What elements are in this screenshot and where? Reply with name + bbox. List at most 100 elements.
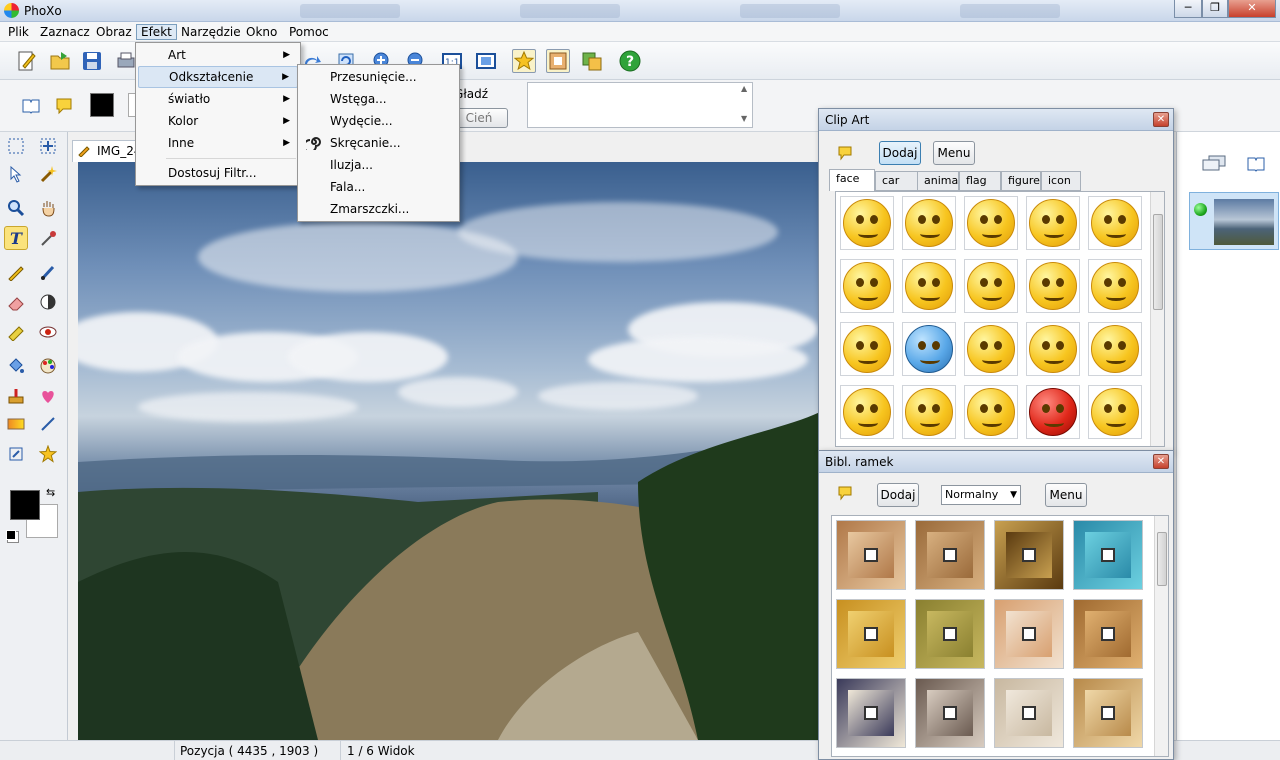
menu-narzedzie[interactable]: Narzędzie (177, 24, 245, 40)
clipart-item[interactable] (964, 259, 1018, 313)
clipart-item[interactable] (1088, 259, 1142, 313)
swap-colors-icon[interactable]: ⇆ (46, 486, 55, 499)
clone-tool-icon[interactable] (4, 384, 28, 408)
layers-icon[interactable] (580, 49, 604, 73)
text-tool-icon[interactable]: T (4, 226, 28, 250)
hand-icon[interactable] (36, 196, 60, 220)
color-palette-icon[interactable] (36, 354, 60, 378)
tab-flag[interactable]: flag (959, 171, 1001, 191)
eraser-icon[interactable] (4, 290, 28, 314)
menu-obraz[interactable]: Obraz (92, 24, 136, 40)
clipart-item[interactable] (902, 322, 956, 376)
clipart-item[interactable] (1088, 385, 1142, 439)
menu-item-odksztalcenie[interactable]: Odkształcenie ▶ (138, 66, 298, 88)
open-folder-icon[interactable] (48, 49, 72, 73)
help-icon[interactable]: ? (618, 49, 642, 73)
frame-item[interactable] (836, 678, 906, 748)
text-input-area[interactable] (527, 82, 753, 128)
menu-plik[interactable]: Plik (4, 24, 33, 40)
submenu-item-przesuniecie[interactable]: Przesunięcie... (300, 66, 457, 88)
clipart-menu-button[interactable]: Menu (933, 141, 975, 165)
tab-icon[interactable]: icon (1041, 171, 1081, 191)
star-shape-icon[interactable] (36, 442, 60, 466)
heal-icon[interactable] (36, 384, 60, 408)
menu-zaznacz[interactable]: Zaznacz (36, 24, 94, 40)
eyedropper-icon[interactable] (36, 226, 60, 250)
fit-window-icon[interactable] (474, 49, 498, 73)
submenu-item-wydecie[interactable]: Wydęcie... (300, 110, 457, 132)
text-color-swatch[interactable] (90, 93, 114, 117)
clipart-item[interactable] (840, 385, 894, 439)
textarea-scroll-up-icon[interactable]: ▲ (741, 84, 747, 93)
clipart-item[interactable] (1026, 259, 1080, 313)
frame-item[interactable] (994, 599, 1064, 669)
frame-item[interactable] (915, 520, 985, 590)
red-eye-icon[interactable] (36, 320, 60, 344)
frames-menu-button[interactable]: Menu (1045, 483, 1087, 507)
submenu-item-zmarszczki[interactable]: Zmarszczki... (300, 198, 457, 220)
reset-colors-icon[interactable] (6, 530, 16, 540)
frame-item[interactable] (994, 520, 1064, 590)
frames-titlebar[interactable]: Bibl. ramek ✕ (819, 451, 1173, 473)
scroll-thumb[interactable] (1157, 532, 1167, 586)
menu-item-art[interactable]: Art ▶ (138, 44, 298, 66)
frame-item[interactable] (915, 678, 985, 748)
layers-stack-icon[interactable] (1201, 154, 1227, 175)
pencil-icon[interactable] (4, 260, 28, 284)
brush-icon[interactable] (36, 260, 60, 284)
clipart-item[interactable] (840, 196, 894, 250)
menu-item-inne[interactable]: Inne ▶ (138, 132, 298, 154)
frame-item[interactable] (1073, 520, 1143, 590)
maximize-button[interactable]: ❐ (1202, 0, 1228, 18)
lasso-select-icon[interactable] (4, 162, 28, 186)
clipart-item[interactable] (902, 196, 956, 250)
visibility-icon[interactable] (1194, 203, 1207, 216)
frame-item[interactable] (1073, 678, 1143, 748)
line-tool-icon[interactable] (36, 412, 60, 436)
tab-face[interactable]: face (829, 169, 875, 191)
frames-close-button[interactable]: ✕ (1153, 454, 1169, 469)
frames-scrollbar[interactable] (1154, 516, 1168, 756)
speech-bubble-icon[interactable] (837, 145, 853, 164)
clipart-close-button[interactable]: ✕ (1153, 112, 1169, 127)
transform-icon[interactable] (4, 442, 28, 466)
submenu-item-skrecanie[interactable]: Skręcanie... (300, 132, 457, 154)
move-icon[interactable] (36, 134, 60, 158)
magic-wand-icon[interactable] (36, 162, 60, 186)
rect-select-icon[interactable] (4, 134, 28, 158)
frame-item[interactable] (836, 520, 906, 590)
clipart-item[interactable] (840, 322, 894, 376)
textarea-scroll-down-icon[interactable]: ▼ (741, 114, 747, 123)
tab-car[interactable]: car (875, 171, 919, 191)
clipart-item[interactable] (1026, 196, 1080, 250)
fill-bucket-icon[interactable] (4, 354, 28, 378)
clipart-item[interactable] (964, 322, 1018, 376)
text-book-icon[interactable] (22, 98, 40, 117)
submenu-item-iluzja[interactable]: Iluzja... (300, 154, 457, 176)
clone-stamp-icon[interactable] (4, 320, 28, 344)
speech-bubble-icon[interactable] (55, 97, 73, 118)
scroll-thumb[interactable] (1153, 214, 1163, 310)
clipart-item[interactable] (902, 385, 956, 439)
book-icon[interactable] (1247, 156, 1265, 175)
new-file-icon[interactable] (14, 49, 38, 73)
menu-efekt[interactable]: Efekt (136, 24, 177, 40)
photo-canvas[interactable] (78, 162, 820, 740)
frames-add-button[interactable]: Dodaj (877, 483, 919, 507)
clipart-item[interactable] (1088, 196, 1142, 250)
clipart-item[interactable] (1088, 322, 1142, 376)
menu-item-dostosuj-filtr[interactable]: Dostosuj Filtr... (138, 162, 298, 184)
canvas-area[interactable] (78, 162, 820, 740)
frames-mode-select[interactable]: Normalny ▼ (941, 485, 1021, 505)
frame-item[interactable] (1073, 599, 1143, 669)
clipart-titlebar[interactable]: Clip Art ✕ (819, 109, 1173, 131)
frame-item[interactable] (915, 599, 985, 669)
menu-item-kolor[interactable]: Kolor ▶ (138, 110, 298, 132)
gradient-icon[interactable] (4, 412, 28, 436)
clipart-item[interactable] (964, 196, 1018, 250)
clipart-item[interactable] (840, 259, 894, 313)
clipart-item[interactable] (1026, 322, 1080, 376)
clipart-item[interactable] (1026, 385, 1080, 439)
menu-pomoc[interactable]: Pomoc (285, 24, 333, 40)
zoom-tool-icon[interactable] (4, 196, 28, 220)
